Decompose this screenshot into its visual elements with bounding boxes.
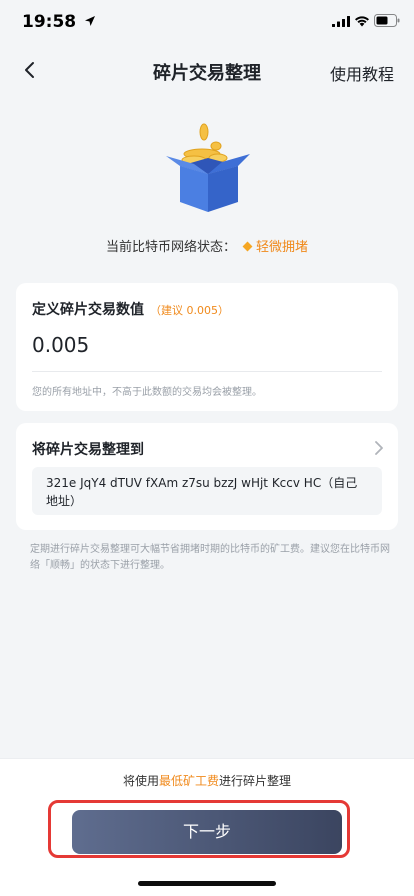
amount-title-text: 定义碎片交易数值 [32, 302, 144, 318]
status-bar: 19:58 [0, 0, 414, 44]
fee-prefix: 将使用 [122, 774, 159, 788]
footnote-text: 定期进行碎片交易整理可大幅节省拥堵时期的比特币的矿工费。建议您在比特币网络「顺畅… [30, 544, 390, 571]
amount-card-title: 定义碎片交易数值 （建议 0.005） [32, 299, 229, 319]
cellular-signal-icon [332, 16, 350, 27]
amount-card: 定义碎片交易数值 （建议 0.005） 0.005 您的所有地址中，不高于此数额的… [16, 283, 398, 411]
address-card[interactable]: 将碎片交易整理到 321e JqY4 dTUV fXAm z7su bzzJ w… [16, 423, 398, 530]
fee-suffix: 进行碎片整理 [219, 774, 292, 788]
wifi-icon [355, 16, 369, 27]
divider [32, 371, 382, 372]
box-with-coins-icon [166, 123, 250, 212]
target-address: 321e JqY4 dTUV fXAm z7su bzzJ wHjt Kccv … [32, 467, 382, 515]
status-time: 19:58 [22, 12, 77, 32]
navigation-bar: 碎片交易整理 使用教程 [0, 44, 414, 98]
amount-input[interactable]: 0.005 [32, 333, 89, 357]
location-arrow-icon [85, 16, 95, 26]
fee-highlight: 最低矿工费 [158, 774, 219, 788]
network-status-label: 当前比特币网络状态： [105, 240, 236, 255]
fee-notice: 将使用最低矿工费进行碎片整理 [0, 758, 414, 803]
chevron-right-icon[interactable] [374, 441, 384, 455]
amount-note: 您的所有地址中，不高于此数额的交易均会被整理。 [32, 387, 262, 398]
home-indicator [138, 881, 276, 886]
tutorial-link[interactable]: 使用教程 [330, 61, 394, 85]
battery-icon [374, 14, 400, 27]
amount-hint: （建议 0.005） [150, 304, 229, 317]
highlight-frame [48, 800, 350, 858]
diamond-icon [242, 241, 253, 252]
network-status: 当前比特币网络状态： 轻微拥堵 [0, 236, 414, 255]
address-card-title: 将碎片交易整理到 [32, 442, 144, 458]
network-status-value: 轻微拥堵 [256, 240, 309, 255]
